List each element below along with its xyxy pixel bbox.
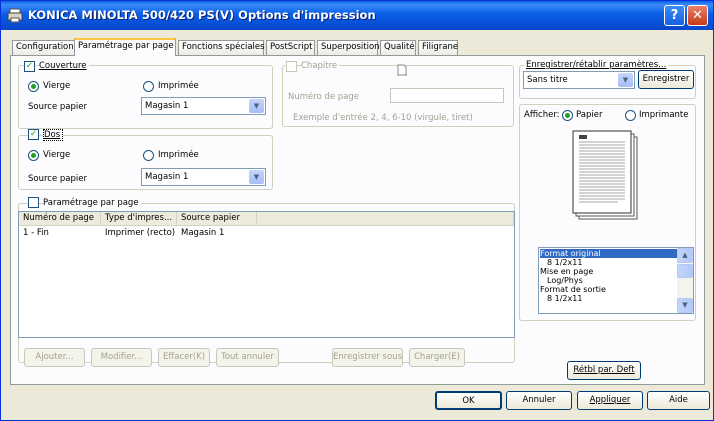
cell-paper-source: Magasin 1 (181, 228, 225, 238)
page-number-label: Numéro de page (288, 92, 360, 102)
tab-watermark[interactable]: Filigrane (418, 40, 458, 55)
printer-icon (7, 8, 23, 23)
back-printed-radio[interactable] (143, 150, 154, 161)
cover-printed-label: Imprimée (158, 81, 199, 91)
page-preview-image (572, 130, 638, 220)
printer-radio[interactable] (625, 110, 636, 121)
add-button[interactable]: Ajouter... (24, 348, 85, 367)
col-print-type[interactable]: Type d'impres... (101, 212, 177, 226)
page-icon (397, 64, 407, 76)
list-item[interactable]: Mise en page (540, 267, 593, 276)
printer-label: Imprimante (639, 110, 689, 120)
list-item[interactable]: Log/Phys (547, 276, 583, 285)
back-source-select[interactable]: Magasin 1 ▼ (141, 168, 266, 186)
back-source-label: Source papier (28, 174, 87, 184)
save-as-button[interactable]: Enregistrer sous (332, 348, 403, 367)
chapter-checkbox[interactable] (286, 61, 297, 72)
scroll-thumb[interactable] (677, 264, 693, 278)
cover-blank-label: Vierge (43, 81, 71, 91)
chevron-down-icon: ▼ (618, 73, 633, 87)
list-item[interactable]: Format original (540, 249, 677, 258)
apply-button[interactable]: Appliquer (577, 391, 643, 410)
paper-label: Papier (576, 110, 603, 120)
cell-page-number: 1 - Fin (23, 228, 49, 238)
page-settings-table[interactable]: Numéro de page Type d'impres... Source p… (18, 211, 515, 338)
tab-configuration[interactable]: Configuration (12, 40, 75, 55)
print-options-window: KONICA MINOLTA 500/420 PS(V) Options d'i… (0, 0, 714, 421)
load-button[interactable]: Charger(E) (409, 348, 465, 367)
help-button[interactable]: Aide (647, 391, 710, 410)
cover-checkbox[interactable]: ✓ (24, 61, 35, 72)
ok-button[interactable]: OK (435, 391, 502, 410)
display-label: Afficher: (524, 110, 560, 120)
close-button[interactable]: ✕ (687, 5, 708, 26)
chapter-label: Chapitre (301, 61, 340, 71)
help-title-button[interactable]: ? (664, 5, 685, 26)
tab-postscript[interactable]: PostScript (266, 40, 315, 55)
chevron-down-icon: ▼ (249, 170, 264, 184)
cover-printed-radio[interactable] (143, 81, 154, 92)
back-printed-label: Imprimée (158, 150, 199, 160)
restore-defaults-button[interactable]: Rétbl par. Deft (567, 361, 641, 380)
per-page-label: Paramétrage par page (43, 198, 141, 208)
modify-button[interactable]: Modifier... (91, 348, 152, 367)
tab-quality[interactable]: Qualité (380, 40, 416, 55)
cancel-button[interactable]: Annuler (506, 391, 572, 410)
list-scrollbar[interactable]: ▲ ▼ (677, 248, 693, 313)
back-blank-radio[interactable] (28, 150, 39, 161)
back-checkbox[interactable]: ✓ (28, 129, 39, 140)
cancel-all-button[interactable]: Tout annuler (216, 348, 279, 367)
cover-source-select[interactable]: Magasin 1 ▼ (141, 97, 266, 115)
chevron-down-icon: ▼ (249, 99, 264, 113)
page-number-input[interactable] (390, 88, 504, 103)
scroll-down-arrow[interactable]: ▼ (677, 298, 693, 313)
cover-blank-radio[interactable] (28, 81, 39, 92)
tab-overlay[interactable]: Superposition (317, 40, 380, 55)
col-paper-source[interactable]: Source papier (177, 212, 257, 226)
list-item[interactable]: Format de sortie (540, 285, 606, 294)
col-page-number[interactable]: Numéro de page (19, 212, 101, 226)
table-row[interactable]: 1 - Fin Imprimer (recto) Magasin 1 (19, 227, 514, 239)
chapter-example: Exemple d'entrée 2, 4, 6-10 (virgule, ti… (293, 113, 473, 123)
tab-special-functions[interactable]: Fonctions spéciales (178, 40, 265, 55)
save-settings-button[interactable]: Enregistrer (638, 70, 694, 89)
cover-source-label: Source papier (28, 102, 87, 112)
back-blank-label: Vierge (43, 150, 71, 160)
save-restore-label: Enregistrer/rétablir paramètres... (524, 60, 669, 70)
list-item[interactable]: 8 1/2x11 (547, 294, 582, 303)
title-bar: KONICA MINOLTA 500/420 PS(V) Options d'i… (1, 1, 713, 30)
settings-summary-list[interactable]: Format original 8 1/2x11 Mise en page Lo… (538, 247, 694, 314)
delete-button[interactable]: Effacer(K) (158, 348, 210, 367)
paper-radio[interactable] (562, 110, 573, 121)
settings-select[interactable]: Sans titre ▼ (523, 71, 635, 89)
tab-page-setup[interactable]: Paramétrage par page (74, 38, 176, 56)
cover-label: Couverture (39, 61, 89, 71)
window-title: KONICA MINOLTA 500/420 PS(V) Options d'i… (28, 8, 376, 22)
cell-print-type: Imprimer (recto) (105, 228, 176, 238)
scroll-up-arrow[interactable]: ▲ (677, 248, 693, 263)
list-item[interactable]: 8 1/2x11 (547, 258, 582, 267)
col-filler (257, 212, 514, 226)
per-page-checkbox[interactable] (28, 197, 39, 208)
back-label: Dos (43, 129, 64, 141)
